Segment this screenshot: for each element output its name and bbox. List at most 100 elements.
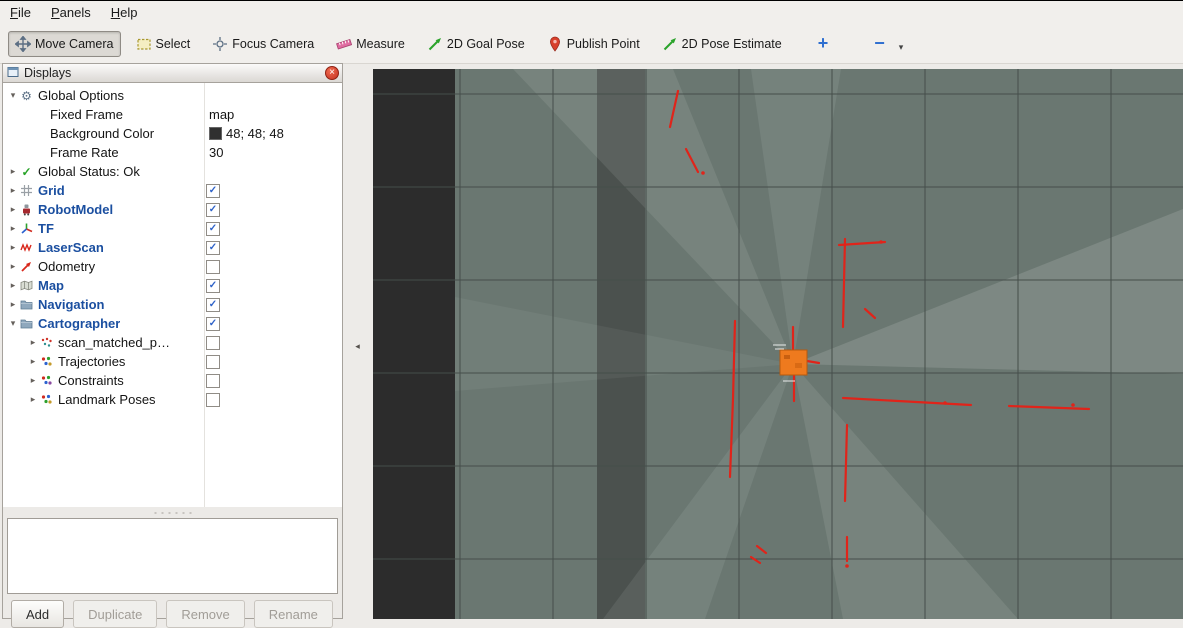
tree-row-landmark-poses[interactable]: ▸ Landmark Poses: [3, 390, 342, 409]
tree-row-constraints[interactable]: ▸ Constraints: [3, 371, 342, 390]
displays-panel: Displays × ▾ ⚙ Global Options Fixed Fram…: [2, 63, 343, 628]
row-label: Odometry: [38, 259, 96, 274]
tool-2d-pose-estimate[interactable]: 2D Pose Estimate: [655, 31, 789, 57]
display-checkbox[interactable]: [206, 355, 220, 369]
display-checkbox[interactable]: [206, 393, 220, 407]
tree-row-frame-rate[interactable]: Frame Rate 30: [3, 143, 342, 162]
tree-row-map[interactable]: ▸ Map ✓: [3, 276, 342, 295]
background-color-value[interactable]: 48; 48; 48: [209, 124, 284, 143]
odometry-icon: [19, 260, 34, 273]
tree-row-scan-matched-points[interactable]: ▸ scan_matched_p…: [3, 333, 342, 352]
menu-help[interactable]: Help: [111, 5, 138, 20]
duplicate-button[interactable]: Duplicate: [73, 600, 158, 628]
menu-bar: File Panels Help: [0, 1, 1183, 25]
display-actions: Add Duplicate Remove Rename: [11, 600, 333, 628]
tool-label: Select: [155, 36, 191, 51]
remove-tool-button[interactable]: −: [869, 32, 890, 55]
measure-icon: [336, 36, 353, 52]
tree-row-laserscan[interactable]: ▸ LaserScan ✓: [3, 238, 342, 257]
grid-icon: [19, 184, 34, 197]
tree-row-fixed-frame[interactable]: Fixed Frame map: [3, 105, 342, 124]
tree-row-odometry[interactable]: ▸ Odometry: [3, 257, 342, 276]
display-checkbox[interactable]: ✓: [206, 203, 220, 217]
folder-icon: [19, 298, 34, 311]
expander-icon[interactable]: ▸: [7, 204, 19, 215]
tool-label: Publish Point: [566, 36, 640, 51]
robot-model: [779, 349, 808, 376]
display-checkbox[interactable]: ✓: [206, 317, 220, 331]
tree-row-grid[interactable]: ▸ Grid ✓: [3, 181, 342, 200]
tool-label: Measure: [356, 36, 405, 51]
menu-file[interactable]: File: [10, 5, 31, 20]
tree-row-tf[interactable]: ▸ TF ✓: [3, 219, 342, 238]
add-button[interactable]: Add: [11, 600, 65, 628]
display-checkbox[interactable]: [206, 260, 220, 274]
display-checkbox[interactable]: ✓: [206, 184, 220, 198]
tool-move-camera[interactable]: Move Camera: [8, 30, 121, 57]
expander-icon[interactable]: ▸: [27, 356, 39, 367]
expander-icon[interactable]: ▸: [7, 185, 19, 196]
tool-select[interactable]: Select: [129, 31, 198, 57]
tool-label: 2D Goal Pose: [446, 36, 525, 51]
expander-icon[interactable]: ▸: [7, 261, 19, 272]
tool-focus-camera[interactable]: Focus Camera: [205, 31, 321, 57]
row-label: Global Options: [38, 88, 124, 103]
dots-icon: [39, 355, 54, 368]
tree-row-navigation[interactable]: ▸ Navigation ✓: [3, 295, 342, 314]
row-label: Navigation: [38, 297, 105, 312]
expander-icon[interactable]: ▸: [27, 337, 39, 348]
close-icon[interactable]: ×: [325, 66, 339, 80]
expander-icon[interactable]: ▸: [7, 299, 19, 310]
expander-icon[interactable]: ▸: [7, 280, 19, 291]
toolbar-overflow-icon[interactable]: ▾: [899, 42, 904, 53]
menu-panels[interactable]: Panels: [51, 5, 91, 20]
tree-row-cartographer[interactable]: ▾ Cartographer ✓: [3, 314, 342, 333]
tree-row-global-options[interactable]: ▾ ⚙ Global Options: [3, 86, 342, 105]
gear-icon: ⚙: [21, 88, 32, 103]
row-label: Landmark Poses: [58, 392, 156, 407]
displays-panel-titlebar[interactable]: Displays ×: [3, 64, 342, 83]
tree-row-trajectories[interactable]: ▸ Trajectories: [3, 352, 342, 371]
rename-button[interactable]: Rename: [253, 600, 333, 628]
tree-row-global-status[interactable]: ▸ ✓ Global Status: Ok: [3, 162, 342, 181]
splitter-collapse-icon[interactable]: ◂: [351, 336, 364, 356]
laser-scan-icon: [19, 241, 34, 254]
render-viewport[interactable]: [373, 69, 1183, 619]
expander-icon[interactable]: ▸: [27, 375, 39, 386]
tool-label: Move Camera: [35, 36, 114, 51]
focus-camera-icon: [212, 36, 228, 52]
display-checkbox[interactable]: ✓: [206, 298, 220, 312]
select-icon: [136, 36, 152, 52]
tool-publish-point[interactable]: Publish Point: [540, 31, 647, 57]
row-label: Frame Rate: [50, 145, 119, 160]
add-tool-button[interactable]: +: [809, 32, 838, 55]
panel-window-icon: [7, 66, 19, 81]
tool-2d-goal-pose[interactable]: 2D Goal Pose: [420, 31, 532, 57]
display-checkbox[interactable]: [206, 336, 220, 350]
row-label: Trajectories: [58, 354, 126, 369]
display-checkbox[interactable]: ✓: [206, 279, 220, 293]
dots-icon: [39, 393, 54, 406]
expander-icon[interactable]: ▾: [7, 318, 19, 329]
expander-icon[interactable]: ▸: [27, 394, 39, 405]
tree-row-background-color[interactable]: Background Color 48; 48; 48: [3, 124, 342, 143]
tree-row-robotmodel[interactable]: ▸ RobotModel ✓: [3, 200, 342, 219]
tool-measure[interactable]: Measure: [329, 31, 412, 57]
expander-icon[interactable]: ▸: [7, 242, 19, 253]
toolbar: Move Camera Select Focus Camera Measure …: [0, 24, 1183, 64]
display-description-box: [7, 518, 338, 594]
remove-button[interactable]: Remove: [166, 600, 245, 628]
row-label: RobotModel: [38, 202, 114, 217]
map-icon: [19, 279, 34, 292]
goal-pose-icon: [427, 36, 443, 52]
display-checkbox[interactable]: [206, 374, 220, 388]
expander-icon[interactable]: ▸: [7, 166, 19, 177]
fixed-frame-value[interactable]: map: [209, 105, 234, 124]
expander-icon[interactable]: ▾: [7, 90, 19, 101]
display-checkbox[interactable]: ✓: [206, 222, 220, 236]
display-checkbox[interactable]: ✓: [206, 241, 220, 255]
panel-splitter[interactable]: [3, 507, 342, 518]
expander-icon[interactable]: ▸: [7, 223, 19, 234]
dots-icon: [39, 374, 54, 387]
frame-rate-value[interactable]: 30: [209, 143, 223, 162]
